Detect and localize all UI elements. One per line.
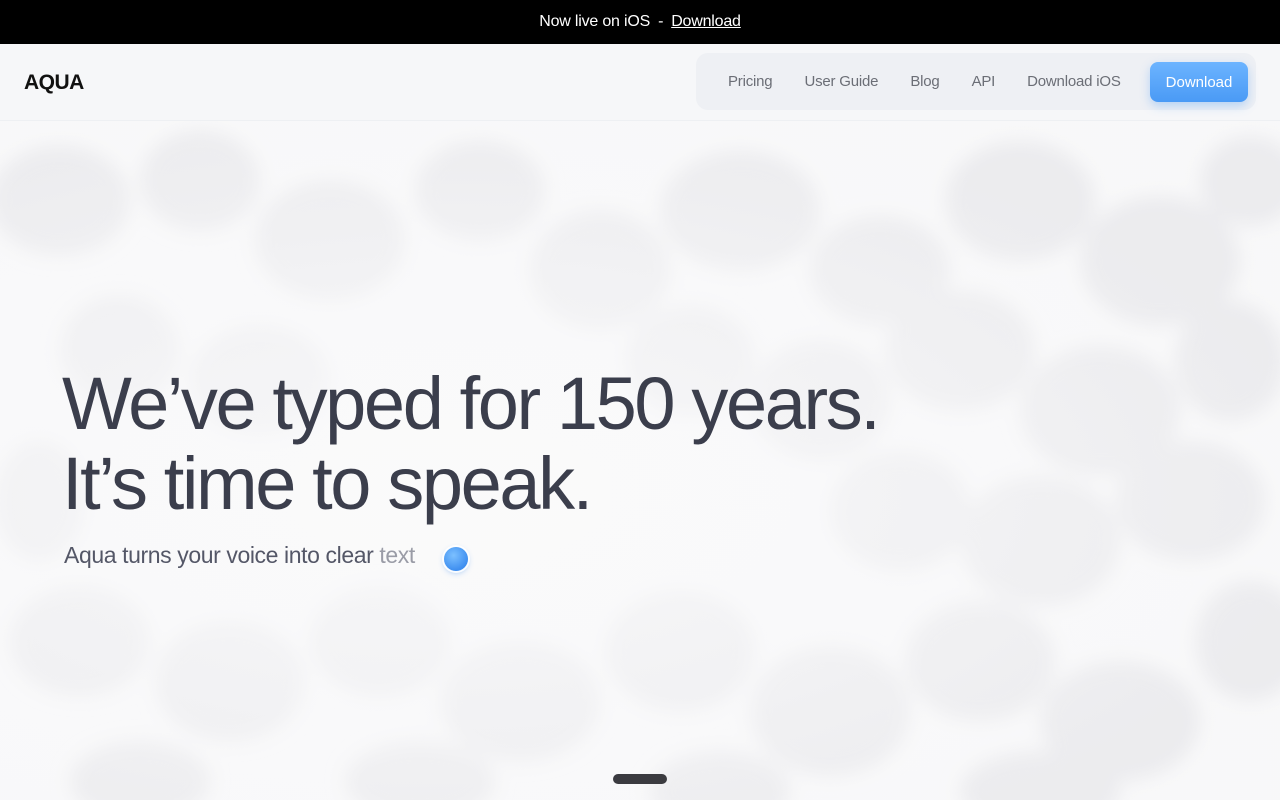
hero-subline: Aqua turns your voice into clear text [64, 542, 415, 569]
headline-line-1: We’ve typed for 150 years. [62, 362, 881, 445]
nav-api[interactable]: API [972, 73, 996, 90]
voice-indicator-icon [444, 547, 468, 571]
subline-text: Aqua turns your voice into clear [64, 542, 380, 568]
scroll-handle[interactable] [613, 774, 667, 784]
nav-download-ios[interactable]: Download iOS [1027, 73, 1121, 90]
announcement-separator: - [658, 13, 664, 30]
announcement-download-link[interactable]: Download [671, 13, 741, 31]
logo[interactable]: AQUA [24, 71, 84, 95]
nav-pricing[interactable]: Pricing [728, 73, 773, 90]
hero-section: We’ve typed for 150 years. It’s time to … [0, 121, 1280, 800]
subline-typing-text: text [379, 542, 415, 568]
nav-user-guide[interactable]: User Guide [804, 73, 878, 90]
headline-line-2: It’s time to speak. [62, 442, 593, 525]
download-button[interactable]: Download [1150, 62, 1248, 102]
site-header: AQUA Pricing User Guide Blog API Downloa… [0, 44, 1280, 121]
announcement-bar: Now live on iOS - Download [0, 0, 1280, 44]
announcement-text: Now live on iOS [539, 13, 651, 30]
main-nav: Pricing User Guide Blog API Download iOS… [696, 53, 1256, 110]
nav-blog[interactable]: Blog [910, 73, 939, 90]
hero-headline: We’ve typed for 150 years. It’s time to … [62, 362, 881, 525]
